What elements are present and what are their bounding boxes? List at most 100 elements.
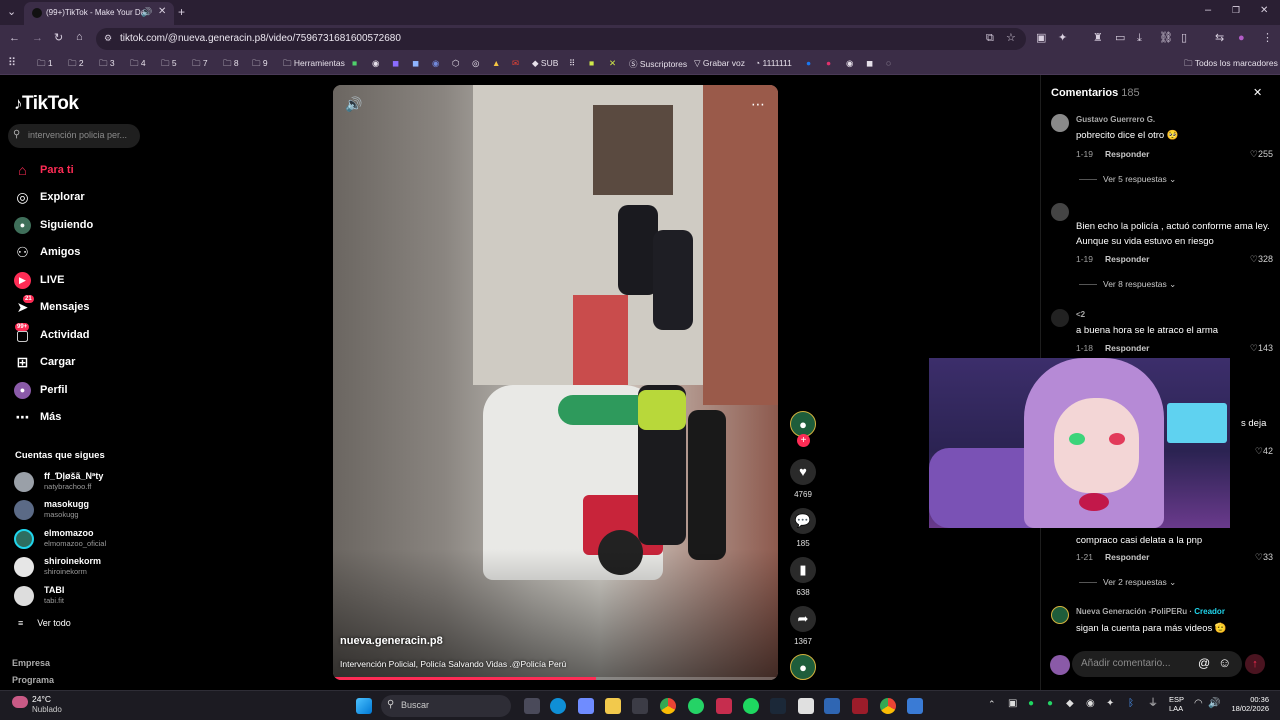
volume-icon[interactable]: 🔊	[345, 97, 362, 111]
bookmark-kick-icon[interactable]: ■	[352, 58, 357, 68]
comment-button[interactable]: 💬 185	[788, 508, 818, 548]
steam-icon[interactable]	[770, 698, 786, 714]
view-replies-button[interactable]: Ver 2 respuestas ⌄	[1079, 577, 1176, 588]
close-tab-icon[interactable]: ✕	[158, 7, 166, 17]
volume-tray-icon[interactable]: 🔊	[1208, 699, 1220, 709]
comment-input[interactable]: Añadir comentario... @ ☺	[1072, 651, 1242, 677]
app-icon-blue[interactable]	[824, 698, 840, 714]
view-replies-button[interactable]: Ver 5 respuestas ⌄	[1079, 174, 1176, 185]
bookmark-folder-2[interactable]: 🗀 2	[68, 58, 84, 72]
site-info-icon[interactable]: ⚙	[104, 34, 112, 43]
bookmark-grid-icon[interactable]: ⠿	[569, 58, 575, 69]
tray-chevron-icon[interactable]: ⌃	[988, 700, 996, 709]
browser-tab[interactable]: (99+)TikTok - Make Your Da 🔊 ✕	[24, 2, 174, 25]
bookmark-herramientas[interactable]: 🗀 Herramientas	[283, 58, 345, 72]
send-comment-button[interactable]: ↑	[1245, 654, 1265, 674]
translate-icon[interactable]: ⇆	[1215, 33, 1224, 44]
bookmark-icon-i[interactable]: ◼	[866, 58, 873, 69]
bookmark-icon-a[interactable]: ◉	[372, 58, 379, 69]
weather-temp[interactable]: 24°C	[32, 694, 51, 704]
bookmark-star-icon[interactable]: ☆	[1006, 33, 1016, 44]
forward-icon[interactable]: →	[32, 33, 43, 44]
comment-likes[interactable]: ♡328	[1250, 254, 1273, 265]
comment-likes[interactable]: ♡143	[1250, 343, 1273, 354]
home-icon[interactable]: ⌂	[76, 32, 83, 43]
usb-icon[interactable]: ⏚	[1148, 699, 1158, 709]
avatar[interactable]	[1051, 309, 1069, 327]
bookmark-suscriptores[interactable]: Ⓢ Suscriptores	[629, 58, 687, 70]
bookmark-drive-icon[interactable]: ▲	[492, 58, 500, 68]
profile-icon[interactable]: ●	[1238, 33, 1245, 44]
all-bookmarks[interactable]: 🗀 Todos los marcadores	[1184, 58, 1278, 72]
bookmark-folder-5[interactable]: 🗀 5	[161, 58, 177, 72]
chrome-icon[interactable]	[660, 698, 676, 714]
link-icon[interactable]: ⛓	[1159, 33, 1173, 44]
comment-author[interactable]: Nueva Generación -PoliPERu · Creador	[1076, 607, 1225, 616]
bookmark-instagram-icon[interactable]: ●	[826, 58, 831, 68]
bookmark-folder-7[interactable]: 🗀 7	[192, 58, 208, 72]
comment-author[interactable]: Gustavo Guerrero G.	[1076, 115, 1155, 124]
menu-icon[interactable]: ⋮	[1262, 33, 1273, 44]
comment-likes[interactable]: ♡42	[1255, 446, 1273, 457]
comment-likes[interactable]: ♡33	[1255, 552, 1273, 563]
tray-whatsapp-icon[interactable]: ●	[1047, 699, 1053, 709]
minimize-icon[interactable]: –	[1205, 5, 1211, 16]
sidebar-icon[interactable]: ▯	[1181, 33, 1187, 44]
bookmark-folder-9[interactable]: 🗀 9	[252, 58, 268, 72]
new-tab-icon[interactable]: +	[178, 6, 185, 18]
store-icon[interactable]	[632, 698, 648, 714]
download-icon[interactable]: ⤓	[1137, 33, 1142, 44]
reply-button[interactable]: Responder	[1105, 343, 1149, 353]
tiktok-logo[interactable]: ♪TikTok	[14, 93, 79, 115]
bookmark-icon-b[interactable]: ◼	[392, 58, 399, 69]
vtuber-app-icon[interactable]	[907, 698, 923, 714]
install-icon[interactable]: ⧉	[986, 33, 994, 44]
edge-icon[interactable]	[550, 698, 566, 714]
extension-icon[interactable]: ▣	[1036, 33, 1046, 44]
back-icon[interactable]: ←	[9, 33, 20, 44]
view-replies-button[interactable]: Ver 8 respuestas ⌄	[1079, 279, 1176, 290]
toolbar-icon-1[interactable]: ♜	[1093, 33, 1103, 44]
bookmark-folder-8[interactable]: 🗀 8	[223, 58, 239, 72]
bookmark-icon-d[interactable]: ⬡	[452, 58, 459, 69]
maximize-icon[interactable]: ❐	[1232, 6, 1240, 15]
bookmark-icon-j[interactable]: ◌	[886, 58, 891, 68]
spotify-icon[interactable]	[743, 698, 759, 714]
apps-icon[interactable]: ⠿	[8, 58, 16, 69]
speaker-icon[interactable]: 🔊	[141, 8, 152, 17]
avatar[interactable]	[1051, 203, 1069, 221]
mention-icon[interactable]: @	[1198, 657, 1210, 669]
bookmark-folder-4[interactable]: 🗀 4	[130, 58, 146, 72]
like-button[interactable]: ♥ 4769	[788, 459, 818, 499]
tray-icon-1[interactable]: ▣	[1008, 699, 1017, 709]
whatsapp-icon[interactable]	[688, 698, 704, 714]
follow-plus-icon[interactable]: +	[797, 434, 810, 447]
language-indicator[interactable]: ESP LAA	[1169, 695, 1184, 713]
close-comments-icon[interactable]: ✕	[1253, 88, 1262, 99]
reply-button[interactable]: Responder	[1105, 254, 1149, 264]
comment-author[interactable]: <2	[1076, 310, 1085, 319]
share-button[interactable]: ➦ 1367	[788, 606, 818, 646]
app-icon-white[interactable]	[798, 698, 814, 714]
bookmark-icon-e[interactable]: ◎	[472, 58, 479, 69]
app-icon-red[interactable]	[716, 698, 732, 714]
music-disc[interactable]: ●	[788, 654, 818, 680]
copilot-icon[interactable]	[578, 698, 594, 714]
bookmark-facebook-icon[interactable]: ●	[806, 58, 811, 68]
video-author[interactable]: nueva.generacin.p8	[340, 635, 443, 647]
reply-button[interactable]: Responder	[1105, 149, 1149, 159]
tray-icon-2[interactable]: ◆	[1066, 699, 1074, 709]
puzzle-icon[interactable]: ✦	[1058, 33, 1067, 44]
task-view-icon[interactable]	[524, 698, 540, 714]
tray-icon-4[interactable]: ✦	[1106, 699, 1114, 709]
more-options-icon[interactable]: ⋯	[751, 97, 765, 111]
taskbar-search[interactable]: ⚲ Buscar	[381, 695, 511, 717]
bookmark-grabar-voz[interactable]: ▽ Grabar voz	[694, 58, 745, 69]
search-input[interactable]: ⚲ intervención policia per...	[8, 124, 140, 148]
bookmark-folder-3[interactable]: 🗀 3	[99, 58, 115, 72]
bookmark-1111111[interactable]: ◔ 1111111	[755, 58, 792, 68]
wifi-icon[interactable]: ◠	[1194, 699, 1203, 709]
bookmark-icon-c[interactable]: ◼	[412, 58, 419, 69]
file-explorer-icon[interactable]	[605, 698, 621, 714]
bookmark-discord-icon[interactable]: ◉	[432, 58, 439, 69]
